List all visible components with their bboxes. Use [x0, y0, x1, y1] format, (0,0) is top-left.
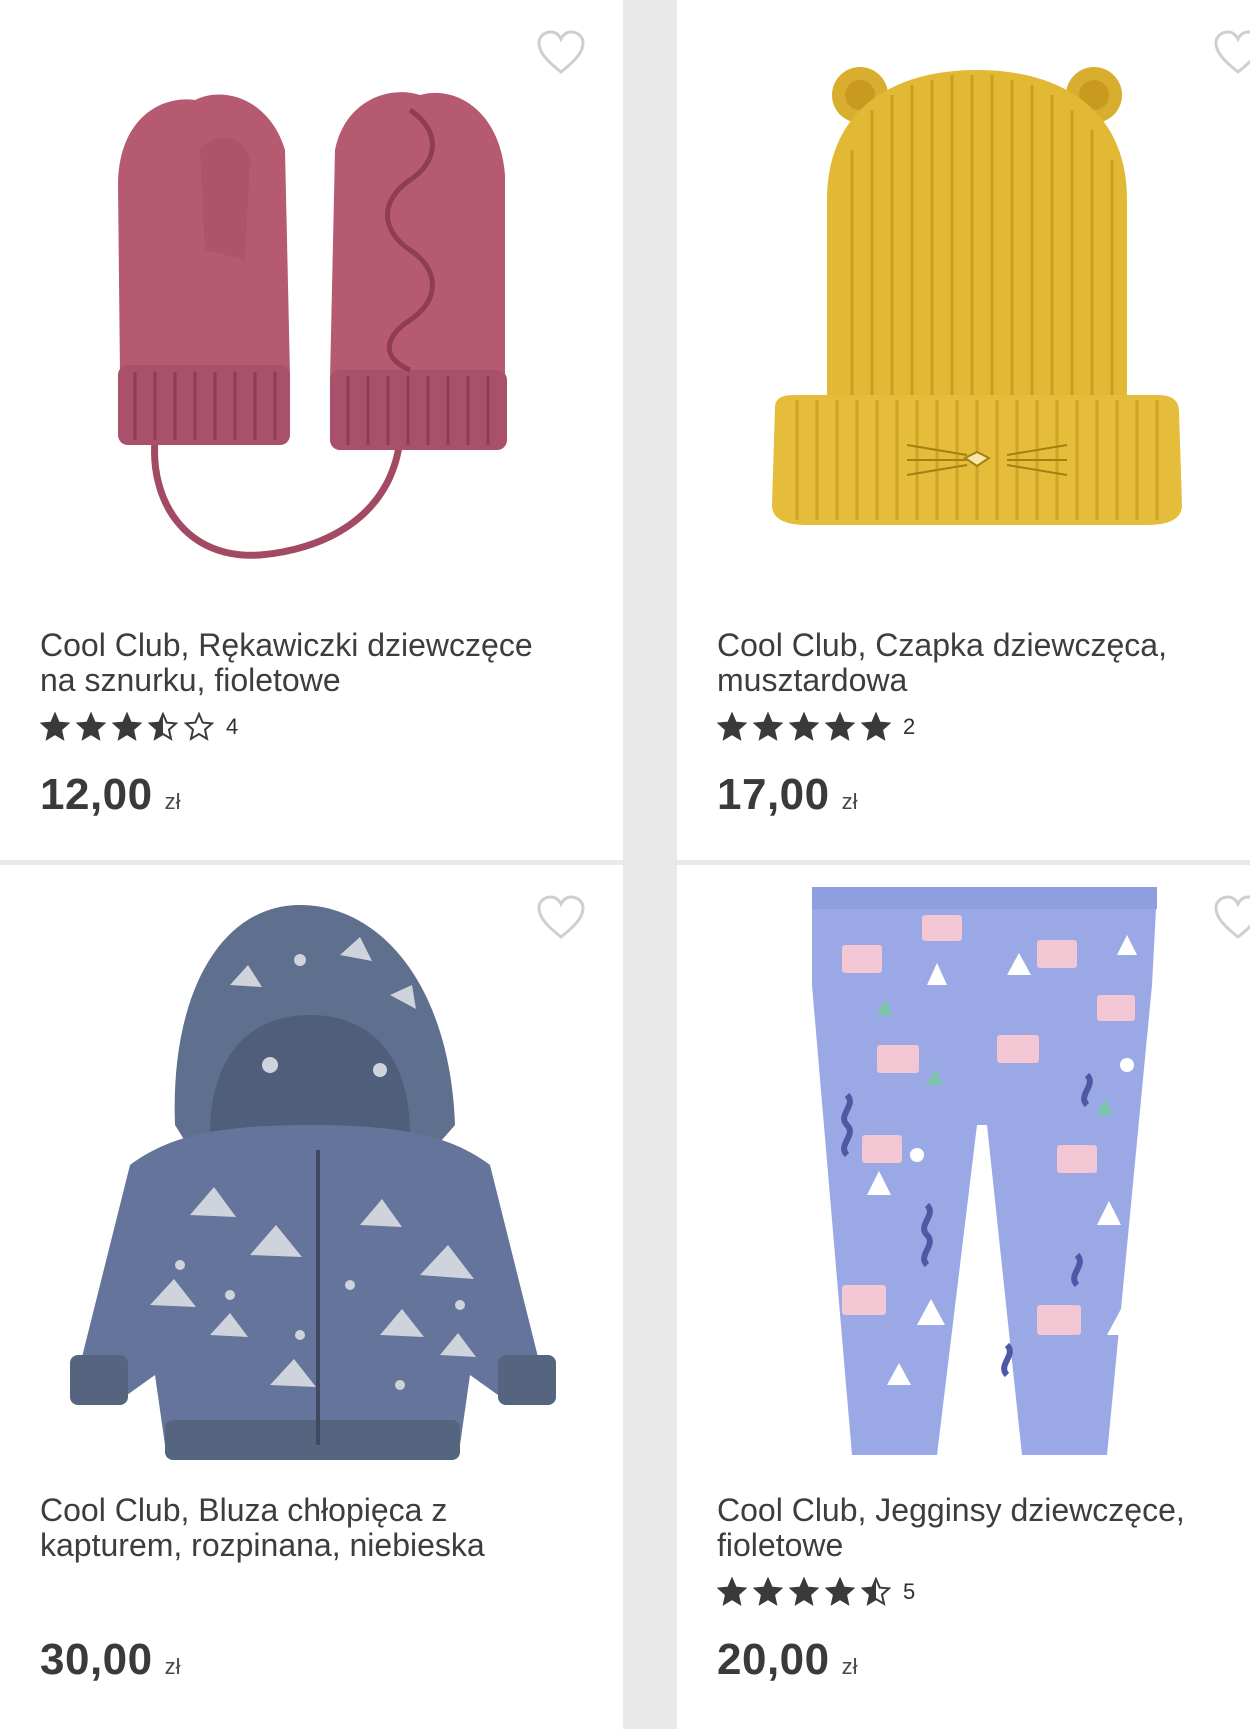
- price-currency: zł: [164, 789, 181, 814]
- product-title[interactable]: Cool Club, Czapka dziewczęca, musztardow…: [717, 628, 1220, 698]
- price-currency: zł: [841, 1654, 858, 1679]
- product-rating: 4: [40, 712, 238, 742]
- rating-stars: [717, 1577, 891, 1607]
- rating-stars: [717, 712, 891, 742]
- star-half-icon: [148, 712, 178, 741]
- star-filled-icon: [76, 712, 106, 741]
- product-rating: 2: [717, 712, 915, 742]
- rating-stars: [40, 712, 214, 742]
- favorite-heart-icon[interactable]: [1213, 30, 1250, 76]
- favorite-heart-icon[interactable]: [536, 895, 586, 941]
- star-filled-icon: [717, 712, 747, 741]
- star-filled-icon: [861, 712, 891, 741]
- product-card[interactable]: Cool Club, Czapka dziewczęca, musztardow…: [677, 0, 1250, 860]
- star-filled-icon: [789, 1577, 819, 1606]
- star-filled-icon: [112, 712, 142, 741]
- price-value: 20,00: [717, 1635, 830, 1684]
- price-value: 30,00: [40, 1635, 153, 1684]
- product-image[interactable]: [677, 0, 1250, 600]
- star-empty-icon: [184, 712, 214, 741]
- star-filled-icon: [825, 712, 855, 741]
- rating-count: 5: [903, 1579, 916, 1604]
- star-half-icon: [861, 1577, 891, 1606]
- star-filled-icon: [825, 1577, 855, 1606]
- star-filled-icon: [789, 712, 819, 741]
- product-card[interactable]: Cool Club, Bluza chłopięca z kapturem, r…: [0, 865, 623, 1729]
- product-title[interactable]: Cool Club, Jegginsy dziewczęce, fioletow…: [717, 1493, 1220, 1563]
- price-currency: zł: [164, 1654, 181, 1679]
- rating-count: 4: [226, 714, 239, 739]
- product-price: 12,00 zł: [40, 770, 181, 820]
- product-image[interactable]: [0, 865, 623, 1465]
- star-filled-icon: [717, 1577, 747, 1606]
- price-value: 17,00: [717, 770, 830, 819]
- product-image[interactable]: [677, 865, 1250, 1465]
- product-rating: 5: [717, 1577, 915, 1607]
- favorite-heart-icon[interactable]: [536, 30, 586, 76]
- product-price: 20,00 zł: [717, 1635, 858, 1685]
- price-currency: zł: [841, 789, 858, 814]
- star-filled-icon: [40, 712, 70, 741]
- product-price: 17,00 zł: [717, 770, 858, 820]
- favorite-heart-icon[interactable]: [1213, 895, 1250, 941]
- product-title[interactable]: Cool Club, Rękawiczki dziewczęce na sznu…: [40, 628, 593, 698]
- product-card[interactable]: Cool Club, Rękawiczki dziewczęce na sznu…: [0, 0, 623, 860]
- star-filled-icon: [753, 712, 783, 741]
- product-image[interactable]: [0, 0, 623, 600]
- star-filled-icon: [753, 1577, 783, 1606]
- product-price: 30,00 zł: [40, 1635, 181, 1685]
- price-value: 12,00: [40, 770, 153, 819]
- product-title[interactable]: Cool Club, Bluza chłopięca z kapturem, r…: [40, 1493, 593, 1563]
- rating-count: 2: [903, 714, 916, 739]
- product-card[interactable]: Cool Club, Jegginsy dziewczęce, fioletow…: [677, 865, 1250, 1729]
